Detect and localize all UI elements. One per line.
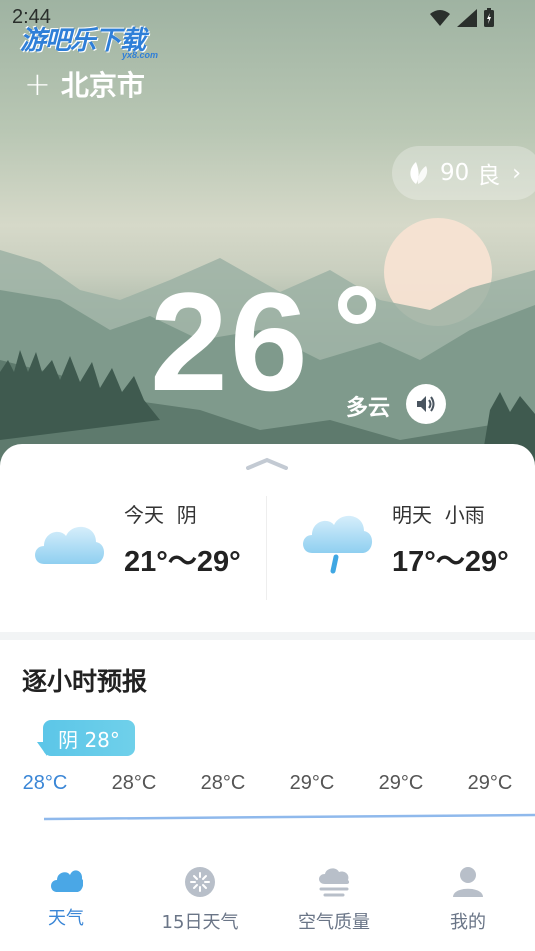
- wifi-icon: [430, 10, 450, 26]
- tab-profile[interactable]: 我的: [418, 866, 518, 934]
- cloud-icon: [51, 870, 83, 892]
- rain-cloud-icon: [303, 515, 373, 573]
- drag-handle-icon[interactable]: [246, 456, 288, 470]
- watermark-domain: yx8.com: [122, 50, 159, 60]
- tomorrow-condition: 小雨: [444, 503, 485, 527]
- tomorrow-forecast[interactable]: 明天 小雨 17°～29°: [300, 499, 509, 580]
- tab-15-day[interactable]: 15日天气: [150, 866, 250, 934]
- hourly-temp: 29°C: [378, 772, 424, 794]
- aqi-badge[interactable]: 90 良 ›: [392, 146, 535, 200]
- tab-weather[interactable]: 天气: [16, 866, 116, 930]
- hourly-temp: 28°C: [200, 772, 246, 794]
- hourly-title: 逐小时预报: [22, 667, 148, 696]
- hourly-temp: 28°C: [22, 772, 68, 794]
- speaker-button[interactable]: [406, 384, 446, 424]
- tab-label: 15日天气: [161, 912, 239, 933]
- cloud-icon: [35, 526, 105, 564]
- tab-label: 我的: [450, 912, 486, 933]
- aqi-value: 90: [440, 160, 470, 186]
- signal-icon: [457, 9, 477, 27]
- daily-summary-card: 今天 阴 21°～29° 明天 小雨 17°～29°: [0, 444, 535, 632]
- today-forecast[interactable]: 今天 阴 21°～29°: [30, 499, 241, 580]
- daily-divider: [266, 496, 267, 600]
- plus-icon[interactable]: +: [24, 68, 51, 100]
- current-temperature: 26: [150, 263, 310, 420]
- today-condition: 阴: [176, 503, 197, 527]
- tomorrow-label: 明天: [392, 503, 432, 527]
- city-header[interactable]: + 北京市: [24, 64, 145, 104]
- hourly-temp: 29°C: [289, 772, 335, 794]
- aqi-level: 良: [477, 163, 501, 189]
- today-label: 今天: [124, 503, 164, 527]
- chevron-right-icon: ›: [512, 160, 522, 186]
- hourly-temp: 29°C: [467, 772, 513, 794]
- battery-icon: [484, 8, 494, 27]
- tab-air-quality[interactable]: 空气质量: [284, 866, 384, 934]
- degree-symbol: [338, 286, 376, 324]
- tab-label: 天气: [48, 908, 84, 929]
- hourly-bubble: 阴 28°: [43, 720, 135, 756]
- hourly-forecast-section: 逐小时预报 阴 28° 28°C 28°C 28°C 29°C 29°C 29°…: [0, 640, 535, 840]
- leaf-icon: [410, 162, 428, 184]
- calendar-icon: [185, 867, 215, 897]
- bottom-tab-bar: 天气 15日天气 空气质量 我的: [0, 840, 535, 951]
- current-condition: 多云: [346, 396, 391, 421]
- haze-icon: [319, 868, 350, 897]
- today-temp-range: 21°～29°: [124, 546, 241, 578]
- user-icon: [453, 867, 483, 897]
- status-icons: [429, 8, 495, 28]
- tab-label: 空气质量: [298, 912, 370, 933]
- speaker-icon: [417, 396, 435, 412]
- hourly-temp: 28°C: [111, 772, 157, 794]
- tomorrow-temp-range: 17°～29°: [392, 546, 509, 578]
- city-name: 北京市: [60, 69, 145, 102]
- temperature-line: [43, 813, 535, 821]
